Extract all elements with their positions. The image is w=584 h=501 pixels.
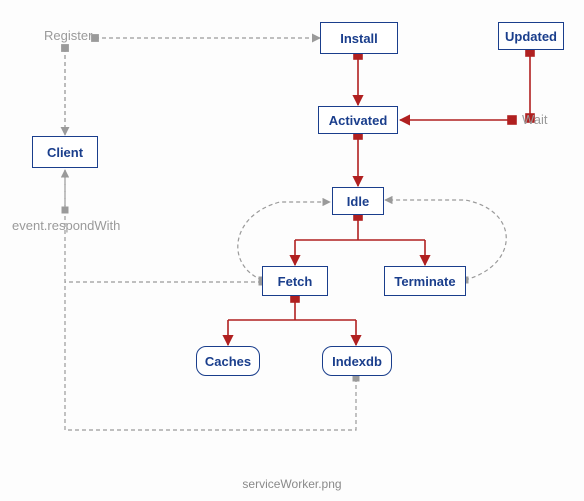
caption: serviceWorker.png [0,477,584,491]
label-wait: Wait [522,112,548,127]
node-indexdb: Indexdb [322,346,392,376]
node-idle: Idle [332,187,384,215]
node-terminate-label: Terminate [394,274,455,289]
label-respond: event.respondWith [12,218,120,233]
label-register: Register [44,28,92,43]
node-idle-label: Idle [347,194,369,209]
edges-layer [0,0,584,501]
node-install-label: Install [340,31,378,46]
node-terminate: Terminate [384,266,466,296]
node-client-label: Client [47,145,83,160]
node-install: Install [320,22,398,54]
node-activated: Activated [318,106,398,134]
node-caches-label: Caches [205,354,251,369]
node-client: Client [32,136,98,168]
node-fetch-label: Fetch [278,274,313,289]
node-fetch: Fetch [262,266,328,296]
node-activated-label: Activated [329,113,388,128]
node-updated: Updated [498,22,564,50]
node-indexdb-label: Indexdb [332,354,382,369]
node-caches: Caches [196,346,260,376]
node-updated-label: Updated [505,29,557,44]
